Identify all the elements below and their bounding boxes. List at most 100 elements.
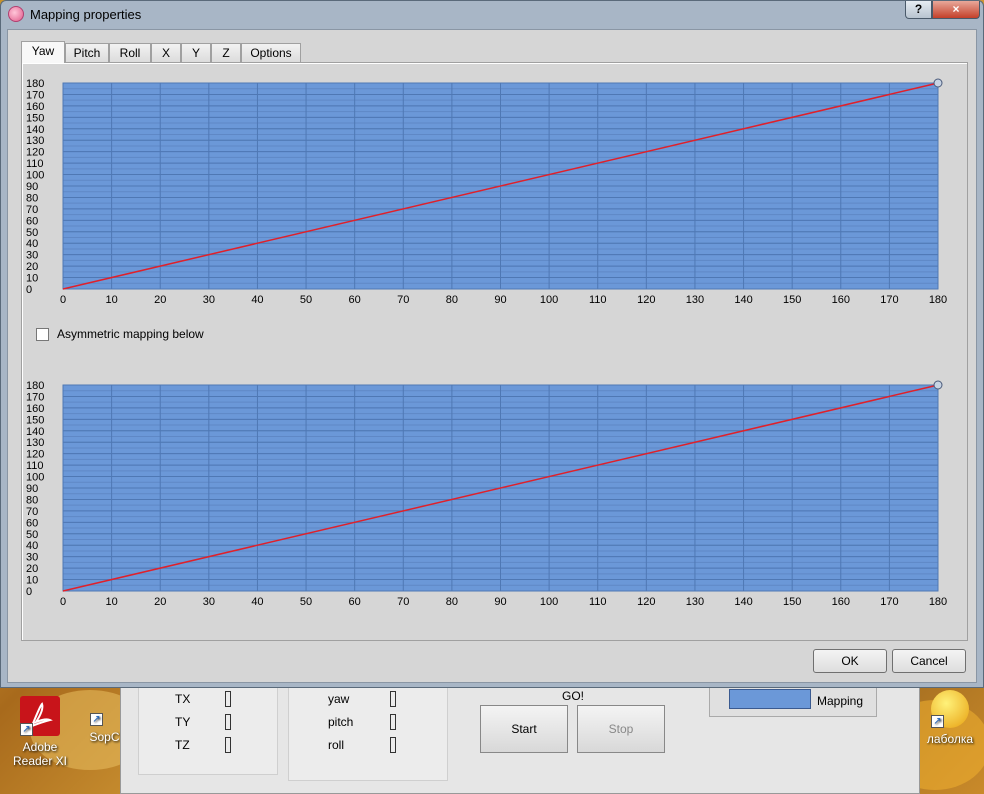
tx-label: TX [175, 692, 191, 706]
x-tick-label: 30 [203, 596, 215, 608]
y-tick-label: 60 [26, 215, 38, 227]
desktop-icon-label: Adobe Reader XI [12, 740, 68, 768]
y-tick-label: 20 [26, 261, 38, 273]
rotation-row: roll [328, 737, 396, 753]
x-tick-label: 100 [540, 596, 558, 608]
smiley-icon: ↗ [931, 690, 969, 728]
x-tick-label: 90 [494, 294, 506, 306]
help-button[interactable]: ? [905, 1, 932, 19]
desktop-icon-label: SopC [89, 730, 120, 744]
shortcut-arrow-icon: ↗ [20, 723, 33, 736]
x-tick-label: 90 [494, 596, 506, 608]
go-label: GO! [562, 689, 585, 703]
y-tick-label: 50 [26, 227, 38, 239]
desktop-icon-label: лаболка [926, 732, 974, 746]
y-tick-label: 110 [26, 460, 44, 472]
ty-value [225, 714, 231, 730]
y-tick-label: 0 [26, 284, 32, 296]
translation-row: TY [175, 714, 231, 730]
x-tick-label: 70 [397, 294, 409, 306]
sopcast-icon: ↗ [90, 696, 110, 726]
x-tick-label: 10 [105, 596, 117, 608]
mapping-preview [729, 689, 811, 709]
asymmetric-mapping-label: Asymmetric mapping below [57, 327, 204, 341]
translation-group: TX TY TZ [138, 687, 278, 775]
y-tick-label: 80 [26, 494, 38, 506]
x-tick-label: 160 [832, 596, 850, 608]
x-tick-label: 50 [300, 596, 312, 608]
x-tick-label: 60 [349, 294, 361, 306]
y-tick-label: 10 [26, 273, 38, 285]
y-tick-label: 70 [26, 204, 38, 216]
x-tick-label: 130 [686, 294, 704, 306]
y-tick-label: 150 [26, 112, 44, 124]
y-tick-label: 30 [26, 250, 38, 262]
y-tick-label: 150 [26, 414, 44, 426]
x-tick-label: 40 [251, 294, 263, 306]
y-tick-label: 110 [26, 158, 44, 170]
x-tick-label: 110 [589, 596, 607, 608]
chart-svg: 0102030405060708090100110120130140150160… [26, 380, 947, 608]
x-tick-label: 70 [397, 596, 409, 608]
adobe-reader-icon: ↗ [20, 696, 60, 736]
dialog-title: Mapping properties [30, 7, 142, 22]
shortcut-arrow-icon: ↗ [90, 713, 103, 726]
x-tick-label: 170 [880, 294, 898, 306]
desktop-icon-adobe-reader[interactable]: ↗ Adobe Reader XI [5, 696, 75, 768]
rotation-row: yaw [328, 691, 396, 707]
curve-control-point[interactable] [933, 78, 943, 88]
tab-yaw[interactable]: Yaw [21, 41, 65, 63]
y-tick-label: 30 [26, 552, 38, 564]
x-tick-label: 170 [880, 596, 898, 608]
yaw-value [390, 691, 396, 707]
rotation-row: pitch [328, 714, 396, 730]
y-tick-label: 180 [26, 78, 44, 90]
y-tick-label: 0 [26, 586, 32, 598]
y-tick-label: 50 [26, 529, 38, 541]
tab-pitch[interactable]: Pitch [65, 43, 109, 62]
y-tick-label: 120 [26, 449, 44, 461]
y-tick-label: 120 [26, 147, 44, 159]
tab-roll[interactable]: Roll [109, 43, 151, 62]
y-tick-label: 40 [26, 540, 38, 552]
x-tick-label: 120 [637, 294, 655, 306]
x-tick-label: 0 [60, 596, 66, 608]
mapping-button[interactable]: Mapping [817, 694, 863, 708]
x-tick-label: 140 [734, 596, 752, 608]
stop-button[interactable]: Stop [577, 705, 665, 753]
x-tick-label: 60 [349, 596, 361, 608]
x-tick-label: 0 [60, 294, 66, 306]
tz-value [225, 737, 231, 753]
tab-z[interactable]: Z [211, 43, 241, 62]
x-tick-label: 150 [783, 294, 801, 306]
curve-control-point[interactable] [933, 380, 943, 390]
tab-y[interactable]: Y [181, 43, 211, 62]
x-tick-label: 50 [300, 294, 312, 306]
asymmetric-curve-chart[interactable]: 0 10 20 30 40 50 60 70 80 90 100 110 120 130 140 150 160… [22, 373, 967, 609]
y-tick-label: 160 [26, 101, 44, 113]
x-tick-label: 110 [589, 294, 607, 306]
shortcut-arrow-icon: ↗ [931, 715, 944, 728]
yaw-label: yaw [328, 692, 350, 706]
desktop-icon-folder[interactable]: ↗ лаболка [920, 690, 980, 746]
title-bar[interactable]: Mapping properties ? × [1, 1, 983, 29]
start-button[interactable]: Start [480, 705, 568, 753]
y-tick-label: 100 [26, 170, 44, 182]
mapping-properties-dialog: Mapping properties ? × Yaw Pitch Roll X … [0, 0, 984, 688]
cancel-button[interactable]: Cancel [892, 649, 966, 673]
ty-label: TY [175, 715, 191, 729]
x-tick-label: 100 [540, 294, 558, 306]
checkbox-box[interactable] [36, 328, 49, 341]
roll-value [390, 737, 396, 753]
y-tick-label: 70 [26, 506, 38, 518]
y-tick-label: 80 [26, 192, 38, 204]
tab-x[interactable]: X [151, 43, 181, 62]
x-tick-label: 180 [929, 596, 947, 608]
rotation-group: yaw pitch roll [288, 687, 448, 781]
y-tick-label: 10 [26, 575, 38, 587]
ok-button[interactable]: OK [813, 649, 887, 673]
y-tick-label: 60 [26, 517, 38, 529]
close-button[interactable]: × [932, 1, 980, 19]
tab-options[interactable]: Options [241, 43, 301, 62]
mapping-curve-chart[interactable]: 0 10 20 30 40 50 60 70 80 90 100 110 120 130 140 150 160… [22, 71, 967, 307]
